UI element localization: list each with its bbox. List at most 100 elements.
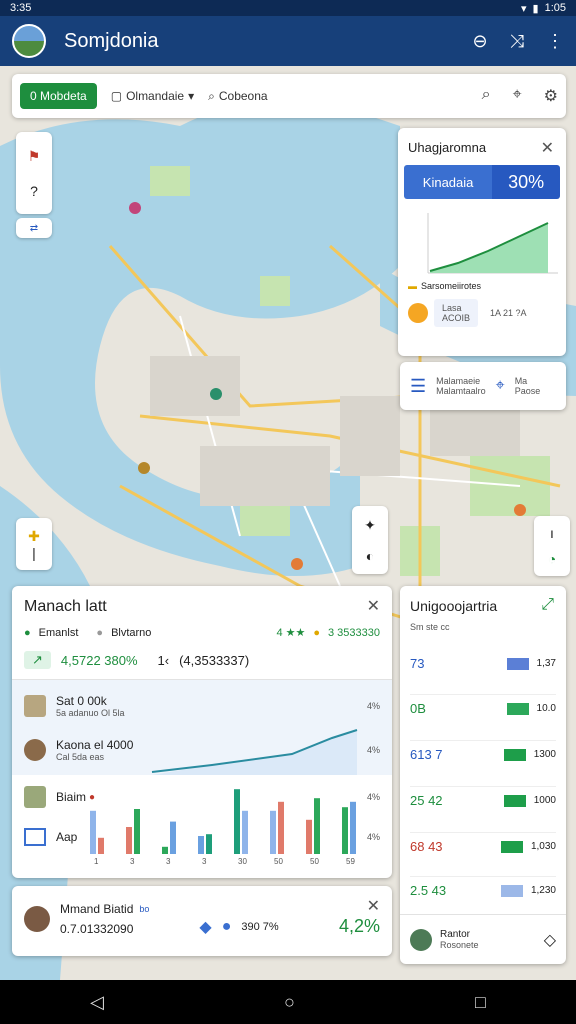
globe-icon[interactable]: ⊖	[473, 31, 488, 52]
side-row[interactable]: 0B 10.0	[410, 694, 556, 716]
search-icon: ⌕	[208, 88, 215, 103]
filter-a[interactable]: Emanlst	[39, 627, 79, 639]
list-item[interactable]: Aap 4%	[24, 828, 380, 846]
list-item[interactable]: Kaona el 4000 Cal 5da eas 4%	[24, 738, 380, 762]
settings-icon[interactable]: ⚙	[544, 86, 558, 106]
legend-line-4: Paose	[514, 386, 541, 396]
trend-stat-2: 1A 21 ?A	[490, 308, 527, 318]
kpi-bar: Kinadaia 30%	[404, 165, 560, 199]
row-pct: 4%	[366, 792, 380, 802]
locate-control[interactable]: ✚ |	[16, 518, 52, 570]
divider-icon: ı	[550, 525, 554, 541]
layer-dropdown-label: Olmandaie	[126, 89, 185, 103]
avatar[interactable]	[12, 24, 46, 58]
thumbnail-icon	[24, 695, 46, 717]
layer-toggle[interactable]: ⇄	[16, 218, 52, 238]
x-tick-label: 50	[274, 857, 283, 866]
time-control[interactable]: ı ◔	[534, 516, 570, 576]
side-footer[interactable]: Rantor Rosonete ◇	[400, 914, 566, 964]
legend-line-3: Malamtaalro	[436, 386, 486, 396]
filter-b[interactable]: Blvtarno	[111, 627, 151, 639]
pin-icon[interactable]: ⌖	[513, 86, 522, 106]
kpi-label: Kinadaia	[404, 165, 493, 199]
map-left-controls: ⚑ ?	[16, 132, 52, 214]
profile-stat: 390 7%	[241, 920, 279, 933]
flag-icon[interactable]: ⚑	[28, 148, 41, 165]
rating-value: 3 3533330	[328, 626, 380, 639]
side-row-left: 0B	[410, 701, 426, 716]
verified-badge: bo	[139, 903, 150, 914]
side-row-right: 1,230	[530, 885, 556, 896]
profile-card[interactable]: ✕ Mmand Biatid bo 0.7.01332090 ◆ ● 390 7…	[12, 886, 392, 956]
city-block-3	[340, 396, 400, 476]
page-title: Somjdonia	[64, 29, 159, 52]
zoom-help-button[interactable]: ?	[30, 183, 38, 199]
market-close-icon[interactable]: ✕	[367, 596, 380, 616]
legend-line-2: Ma	[514, 376, 528, 386]
row-sub: Cal 5da eas	[56, 752, 105, 762]
trend-stat-1[interactable]: Lasa ACOIB	[434, 299, 479, 327]
alert-icon: ▬	[408, 281, 417, 291]
plus-icon: ✚	[28, 527, 40, 544]
park-1	[150, 166, 190, 196]
side-row-swatch	[503, 794, 526, 807]
side-row-left: 73	[410, 656, 425, 671]
list-icon: ☰	[410, 375, 427, 396]
layer-dropdown[interactable]: ▢ Olmandaie ▾	[111, 89, 194, 103]
side-row[interactable]: 613 7 1300	[410, 740, 556, 762]
side-row-swatch	[506, 702, 529, 715]
side-row[interactable]: 68 43 1,030	[410, 832, 556, 854]
profile-close-icon[interactable]: ✕	[367, 896, 380, 916]
list-item[interactable]: Sat 0 00k 5a adanuo Ol 5la 4%	[24, 694, 380, 718]
profile-balance: 0.7.01332090	[60, 921, 134, 936]
trend-chart	[427, 213, 558, 274]
city-block-1	[150, 356, 240, 416]
recents-icon[interactable]: □	[475, 992, 486, 1013]
x-tick-label: 3	[166, 857, 171, 866]
zoom-search-icon[interactable]: ⌕	[482, 86, 491, 106]
side-row-left: 25 42	[410, 793, 443, 808]
side-row-left: 613 7	[410, 747, 443, 762]
avatar	[24, 905, 50, 932]
search-field[interactable]: ⌕ Cobeona	[208, 89, 267, 104]
market-card: Manach latt ✕ ● Emanlst ● Blvtarno 4 ★★ …	[12, 586, 392, 878]
close-icon[interactable]: ✕	[541, 138, 554, 158]
x-tick-label: 50	[310, 857, 319, 866]
rating: 4 ★★	[276, 627, 306, 639]
value-main: 4,5722 380%	[60, 652, 138, 668]
x-tick-label: 3	[130, 857, 135, 866]
compass-icon[interactable]: ✦	[364, 517, 376, 534]
primary-chip[interactable]: 0 Mobdeta	[20, 83, 97, 109]
side-row[interactable]: 25 42 1000	[410, 786, 556, 808]
x-tick-label: 3	[202, 857, 207, 866]
side-row[interactable]: 2.5 43 1,230	[410, 876, 556, 898]
side-row-swatch	[503, 748, 526, 761]
back-icon[interactable]: ◁	[90, 992, 104, 1013]
map-toolbar: 0 Mobdeta ▢ Olmandaie ▾ ⌕ Cobeona ⌕ ⌖ ⚙	[12, 74, 566, 118]
droplet-icon: ◆	[199, 918, 212, 936]
share-icon[interactable]: ⤨	[510, 31, 524, 52]
expand-icon[interactable]: ⤢	[541, 596, 554, 614]
diamond-icon[interactable]: ◇	[544, 930, 556, 950]
legend-line-1: Malamaeie	[436, 376, 481, 386]
side-card-subtitle: Sm ste cc	[410, 622, 450, 632]
row-title: Aap	[56, 830, 78, 844]
row-sub: 5a adanuo Ol 5la	[56, 708, 125, 718]
x-tick-label: 1	[94, 857, 99, 866]
side-footer-sub: Rosonete	[440, 940, 479, 950]
legend-card[interactable]: ☰ Malamaeie Malamtaalro ⌖ Ma Paose	[400, 362, 566, 410]
filter-b-dot-icon: ●	[96, 626, 104, 639]
side-row-left: 68 43	[410, 839, 443, 854]
eye-icon[interactable]: ◐	[366, 548, 374, 564]
badge-icon: ●	[89, 791, 96, 803]
overflow-menu-icon[interactable]: ⋮	[546, 31, 564, 52]
list-item[interactable]: Biaim ● 4%	[24, 786, 380, 808]
bar	[162, 846, 168, 854]
trend-chip-icon: ↗	[24, 651, 51, 669]
home-icon[interactable]: ○	[284, 992, 295, 1013]
locate-bar-icon: |	[32, 544, 36, 561]
app-bar: Somjdonia ⊖ ⤨ ⋮	[0, 16, 576, 66]
x-tick-label: 30	[238, 857, 247, 866]
kpi-value: 30%	[492, 165, 560, 199]
side-row[interactable]: 73 1,37	[410, 650, 556, 671]
